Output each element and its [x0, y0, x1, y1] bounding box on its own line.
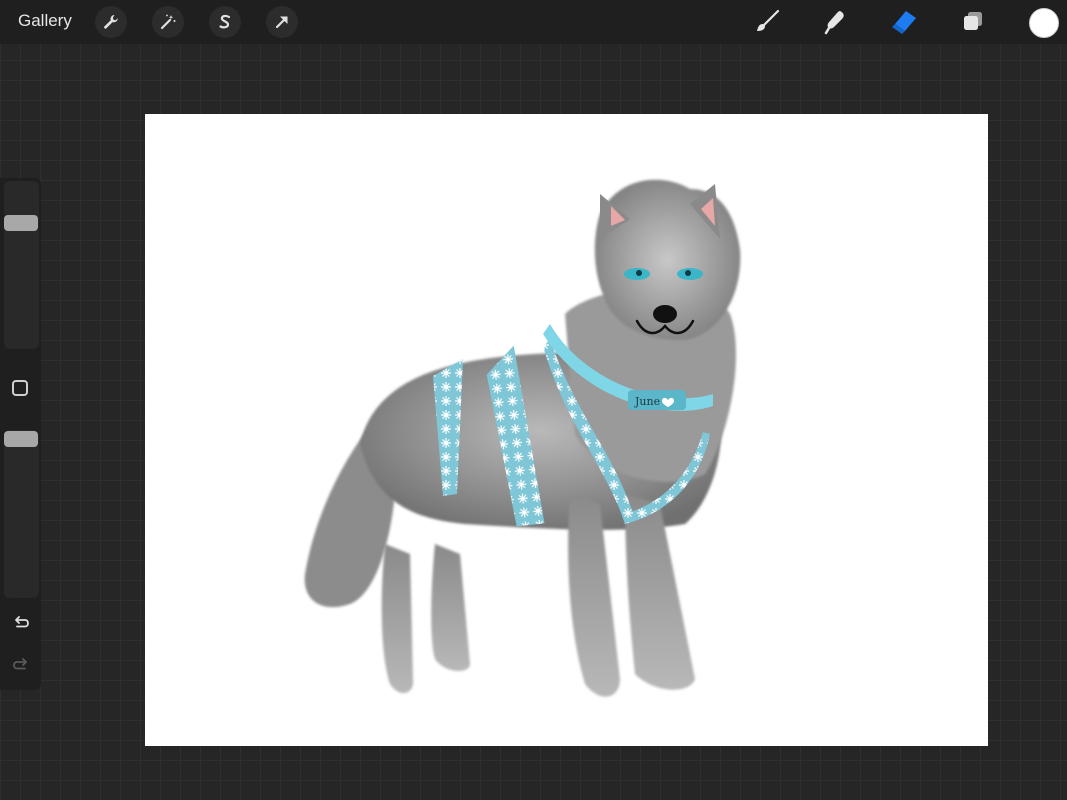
opacity-thumb[interactable]: [4, 431, 38, 447]
smudge-icon: [824, 11, 844, 35]
redo-button[interactable]: [10, 654, 32, 676]
gallery-button[interactable]: Gallery: [18, 11, 72, 31]
transform-arrow-icon: [275, 16, 288, 29]
selection-s-icon: [219, 14, 231, 29]
eraser-tool-button[interactable]: [886, 4, 922, 40]
brush-size-slider[interactable]: [4, 181, 39, 349]
wolf-illustration: June: [304, 179, 741, 697]
undo-icon: [15, 616, 29, 628]
layers-icon: [964, 12, 982, 30]
modifier-square-icon[interactable]: [12, 380, 28, 396]
left-sidebar: [0, 178, 41, 690]
transform-button[interactable]: [266, 6, 298, 38]
selection-button[interactable]: [209, 6, 241, 38]
magic-wand-icon: [160, 14, 176, 30]
redo-icon: [13, 658, 27, 670]
collar-name-tag: June: [634, 395, 660, 408]
adjustments-button[interactable]: [152, 6, 184, 38]
undo-button[interactable]: [10, 612, 32, 634]
brush-tool-button[interactable]: [749, 4, 785, 40]
eraser-icon: [892, 11, 916, 34]
opacity-slider[interactable]: [4, 430, 39, 598]
drawing-canvas[interactable]: June: [145, 114, 988, 746]
color-picker-button[interactable]: [1029, 8, 1059, 38]
smudge-tool-button[interactable]: [817, 4, 853, 40]
layers-button[interactable]: [955, 4, 991, 40]
brush-size-thumb[interactable]: [4, 215, 38, 231]
top-toolbar: Gallery: [0, 0, 1067, 44]
actions-wrench-button[interactable]: [95, 6, 127, 38]
wrench-icon: [104, 15, 118, 29]
brush-icon: [757, 9, 780, 31]
procreate-app: Gallery June: [0, 0, 1067, 800]
